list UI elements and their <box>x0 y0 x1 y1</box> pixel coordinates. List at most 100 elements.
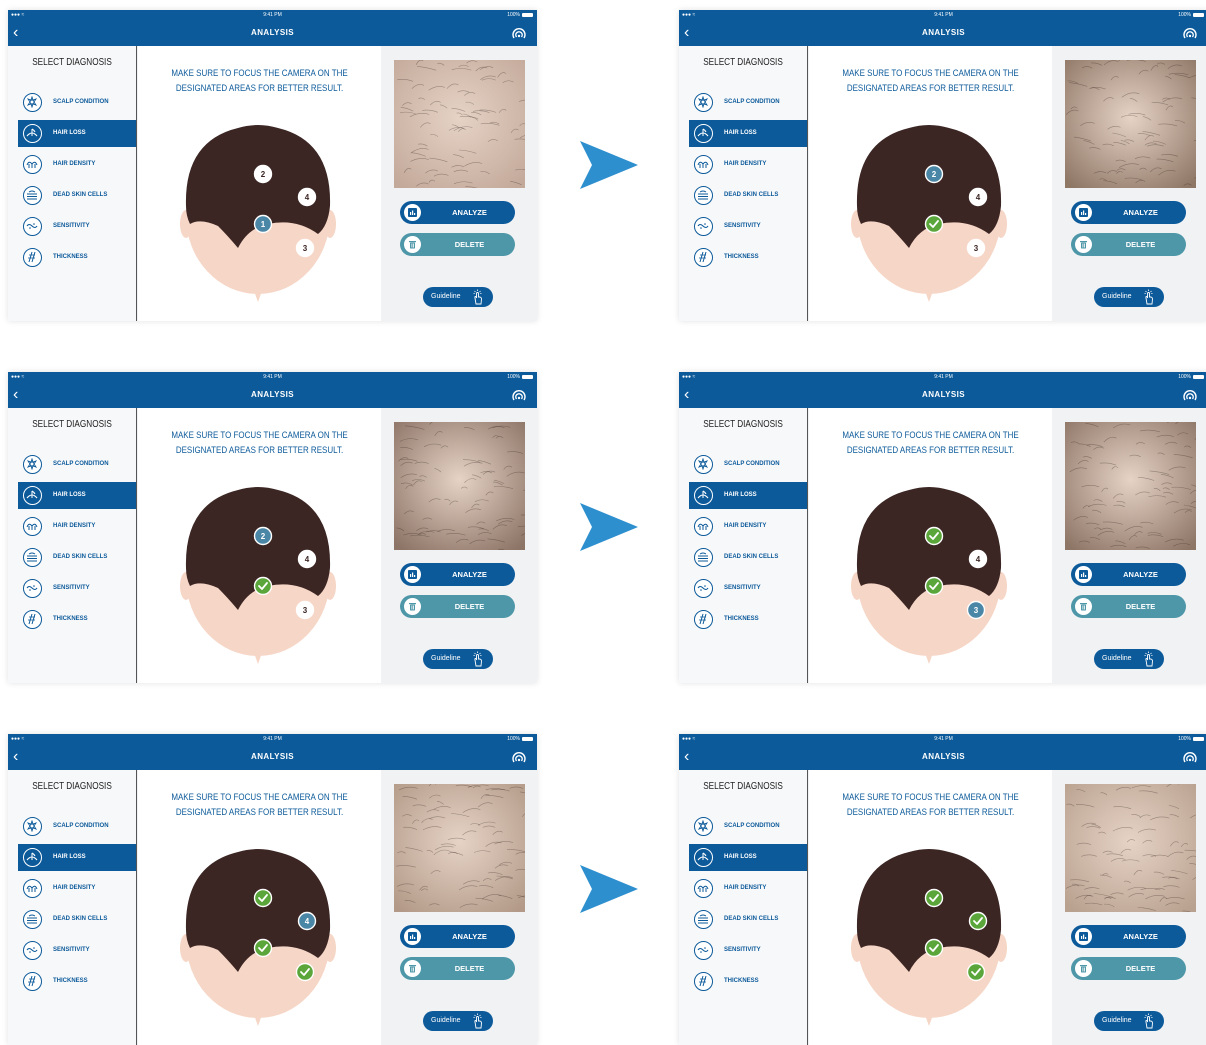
scan-point-marker-1[interactable] <box>924 938 944 958</box>
guideline-button[interactable]: Guideline <box>1094 649 1164 669</box>
sidebar-item-dead-skin-cells[interactable]: DEAD SKIN CELLS <box>18 182 136 209</box>
delete-button[interactable]: DELETE <box>1071 595 1186 618</box>
sidebar-item-hair-density[interactable]: HAIR DENSITY <box>18 513 136 540</box>
guideline-label: Guideline <box>431 1017 461 1024</box>
sidebar-item-thickness[interactable]: THICKNESS <box>18 606 136 633</box>
marker-number: 2 <box>932 170 937 179</box>
diagnosis-sidebar: SELECT DIAGNOSIS SCALP CONDITION HAIR LO… <box>679 46 808 321</box>
scan-point-marker-3[interactable] <box>966 962 986 982</box>
battery-indicator: 100% <box>507 12 533 18</box>
sidebar-item-thickness[interactable]: THICKNESS <box>18 968 136 995</box>
analysis-screen-2: ●●● ≈ 9:41 PM 100% ‹ ANALYSIS SELECT DIA… <box>679 10 1206 321</box>
sidebar-item-hair-density[interactable]: HAIR DENSITY <box>18 151 136 178</box>
scan-point-marker-1[interactable] <box>924 214 944 234</box>
sidebar-item-hair-loss[interactable]: HAIR LOSS <box>18 844 136 871</box>
guideline-button[interactable]: Guideline <box>423 1011 493 1031</box>
sidebar-item-hair-loss[interactable]: HAIR LOSS <box>689 844 807 871</box>
sidebar-item-hair-loss[interactable]: HAIR LOSS <box>18 482 136 509</box>
scan-point-marker-4[interactable]: 4 <box>297 549 317 569</box>
delete-button[interactable]: DELETE <box>400 233 515 256</box>
scan-point-marker-3[interactable]: 3 <box>295 238 315 258</box>
analyze-button[interactable]: ANALYZE <box>400 563 515 586</box>
sidebar-item-dead-skin-cells[interactable]: DEAD SKIN CELLS <box>689 544 807 571</box>
sidebar-item-thickness[interactable]: THICKNESS <box>689 606 807 633</box>
guideline-button[interactable]: Guideline <box>1094 287 1164 307</box>
trash-icon <box>1075 236 1092 253</box>
scan-point-marker-3[interactable]: 3 <box>966 600 986 620</box>
analyze-button[interactable]: ANALYZE <box>400 201 515 224</box>
scan-point-marker-2[interactable]: 2 <box>253 164 273 184</box>
sidebar-item-hair-density[interactable]: HAIR DENSITY <box>689 875 807 902</box>
sidebar-item-sensitivity[interactable]: SENSITIVITY <box>18 937 136 964</box>
sidebar-item-hair-loss[interactable]: HAIR LOSS <box>689 482 807 509</box>
scan-point-marker-4[interactable]: 4 <box>297 187 317 207</box>
scan-point-marker-1[interactable] <box>924 576 944 596</box>
scan-point-marker-1[interactable] <box>253 938 273 958</box>
scan-point-marker-1[interactable] <box>253 576 273 596</box>
status-time: 9:41 PM <box>934 12 953 18</box>
scan-point-marker-4[interactable]: 4 <box>968 549 988 569</box>
scan-point-marker-2[interactable]: 2 <box>924 164 944 184</box>
marker-number: 3 <box>303 244 308 253</box>
wireless-connect-icon[interactable] <box>1182 388 1198 404</box>
sidebar-item-dead-skin-cells[interactable]: DEAD SKIN CELLS <box>689 906 807 933</box>
delete-button[interactable]: DELETE <box>1071 957 1186 980</box>
scan-point-marker-4[interactable]: 4 <box>968 187 988 207</box>
marker-number: 4 <box>305 193 310 202</box>
analyze-button[interactable]: ANALYZE <box>1071 925 1186 948</box>
sidebar-item-sensitivity[interactable]: SENSITIVITY <box>18 213 136 240</box>
sidebar-item-sensitivity[interactable]: SENSITIVITY <box>689 575 807 602</box>
analyze-label: ANALYZE <box>452 208 487 217</box>
scan-point-marker-4[interactable]: 4 <box>297 911 317 931</box>
sidebar-item-hair-density[interactable]: HAIR DENSITY <box>689 151 807 178</box>
sidebar-item-thickness[interactable]: THICKNESS <box>689 244 807 271</box>
sidebar-item-thickness[interactable]: THICKNESS <box>18 244 136 271</box>
wireless-connect-icon[interactable] <box>511 388 527 404</box>
sidebar-item-scalp-condition[interactable]: SCALP CONDITION <box>689 813 807 840</box>
scan-point-marker-2[interactable]: 2 <box>253 526 273 546</box>
scan-point-marker-3[interactable]: 3 <box>966 238 986 258</box>
delete-button[interactable]: DELETE <box>400 957 515 980</box>
guideline-button[interactable]: Guideline <box>1094 1011 1164 1031</box>
analyze-button[interactable]: ANALYZE <box>1071 201 1186 224</box>
wireless-connect-icon[interactable] <box>511 26 527 42</box>
battery-icon <box>522 736 533 741</box>
sidebar-item-scalp-condition[interactable]: SCALP CONDITION <box>18 89 136 116</box>
delete-button[interactable]: DELETE <box>400 595 515 618</box>
scan-point-marker-3[interactable] <box>295 962 315 982</box>
scan-point-marker-4[interactable] <box>968 911 988 931</box>
sidebar-item-hair-loss[interactable]: HAIR LOSS <box>689 120 807 147</box>
sidebar-item-scalp-condition[interactable]: SCALP CONDITION <box>18 451 136 478</box>
sidebar-item-dead-skin-cells[interactable]: DEAD SKIN CELLS <box>689 182 807 209</box>
diagnosis-sidebar: SELECT DIAGNOSIS SCALP CONDITION HAIR LO… <box>679 408 808 683</box>
wireless-connect-icon[interactable] <box>1182 750 1198 766</box>
sidebar-item-dead-skin-cells[interactable]: DEAD SKIN CELLS <box>18 906 136 933</box>
wireless-connect-icon[interactable] <box>511 750 527 766</box>
arrow-right-icon <box>580 865 638 913</box>
sidebar-item-hair-density[interactable]: HAIR DENSITY <box>689 513 807 540</box>
guideline-button[interactable]: Guideline <box>423 287 493 307</box>
sidebar-item-label: HAIR LOSS <box>53 854 86 860</box>
scan-point-marker-2[interactable] <box>924 888 944 908</box>
analyze-button[interactable]: ANALYZE <box>1071 563 1186 586</box>
analyze-button[interactable]: ANALYZE <box>400 925 515 948</box>
navigation-bar: ‹ ANALYSIS <box>8 746 537 770</box>
sidebar-item-thickness[interactable]: THICKNESS <box>689 968 807 995</box>
delete-button[interactable]: DELETE <box>1071 233 1186 256</box>
sidebar-item-scalp-condition[interactable]: SCALP CONDITION <box>18 813 136 840</box>
scan-point-marker-3[interactable]: 3 <box>295 600 315 620</box>
sidebar-item-scalp-condition[interactable]: SCALP CONDITION <box>689 89 807 116</box>
tap-hand-icon <box>473 651 482 667</box>
sidebar-item-sensitivity[interactable]: SENSITIVITY <box>689 937 807 964</box>
scan-point-marker-2[interactable] <box>924 526 944 546</box>
sidebar-item-dead-skin-cells[interactable]: DEAD SKIN CELLS <box>18 544 136 571</box>
sidebar-item-scalp-condition[interactable]: SCALP CONDITION <box>689 451 807 478</box>
scan-point-marker-1[interactable]: 1 <box>253 214 273 234</box>
sidebar-item-hair-loss[interactable]: HAIR LOSS <box>18 120 136 147</box>
guideline-button[interactable]: Guideline <box>423 649 493 669</box>
wireless-connect-icon[interactable] <box>1182 26 1198 42</box>
sidebar-item-hair-density[interactable]: HAIR DENSITY <box>18 875 136 902</box>
scan-point-marker-2[interactable] <box>253 888 273 908</box>
sidebar-item-sensitivity[interactable]: SENSITIVITY <box>689 213 807 240</box>
sidebar-item-sensitivity[interactable]: SENSITIVITY <box>18 575 136 602</box>
